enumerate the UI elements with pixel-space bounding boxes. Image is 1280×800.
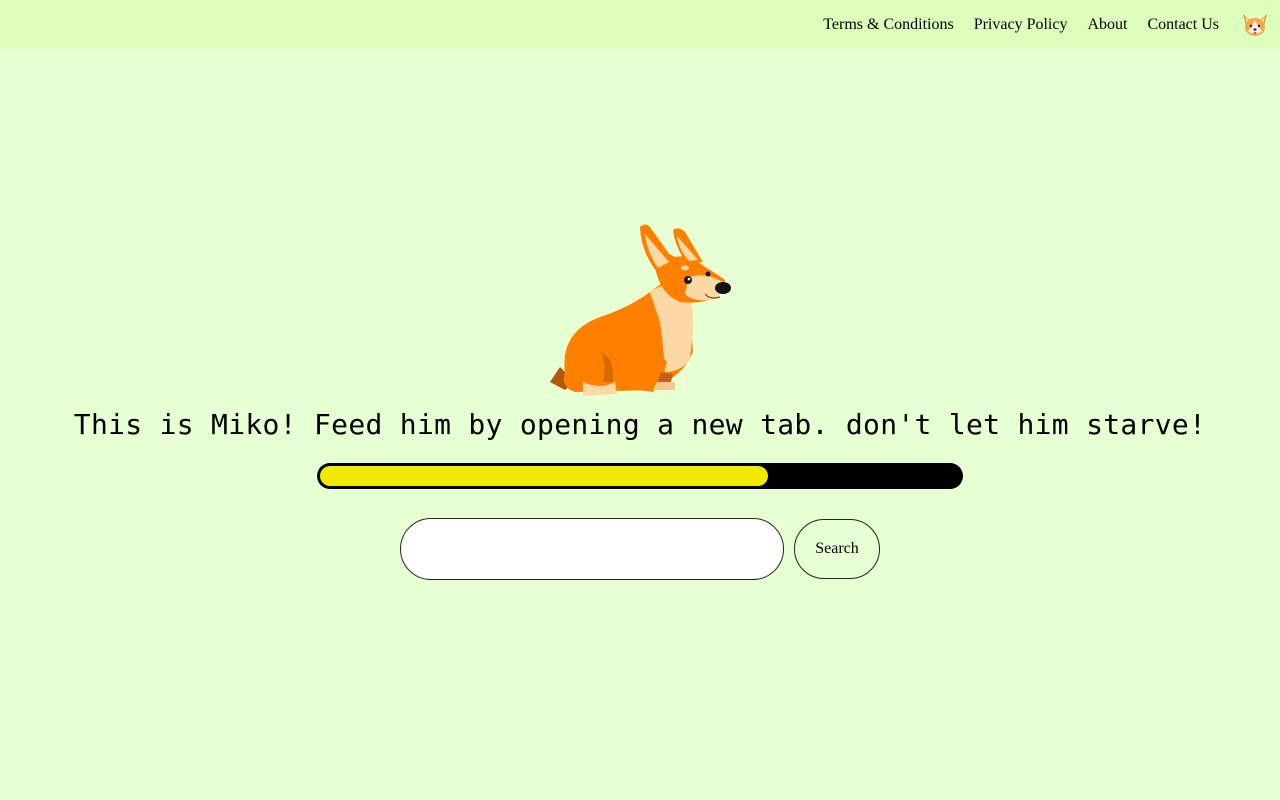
corgi-face-icon[interactable] [1240,10,1270,40]
nav-link-about[interactable]: About [1087,16,1127,34]
nav-link-contact[interactable]: Contact Us [1147,16,1219,34]
nav-link-terms[interactable]: Terms & Conditions [823,16,953,34]
search-input[interactable] [400,518,784,580]
top-nav: Terms & Conditions Privacy Policy About … [823,0,1280,49]
nav-link-privacy[interactable]: Privacy Policy [974,16,1068,34]
hunger-progress-bar [317,463,963,489]
search-button[interactable]: Search [794,519,880,579]
corgi-illustration [550,224,731,396]
hunger-progress-fill [320,466,768,486]
miko-message: This is Miko! Feed him by opening a new … [73,408,1207,441]
header: Terms & Conditions Privacy Policy About … [0,0,1280,49]
